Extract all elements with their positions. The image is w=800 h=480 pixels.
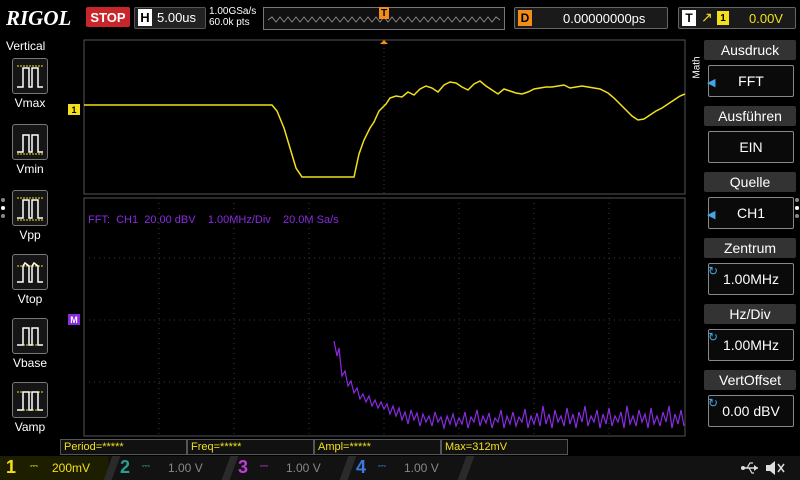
measurement-freq[interactable]: Freq=*****: [187, 439, 314, 455]
left-arrow-icon: ◀: [707, 209, 716, 221]
trigger-box[interactable]: T ↗ 1 0.00V: [678, 7, 796, 29]
expression-value-button[interactable]: FFT: [708, 65, 794, 97]
top-status-bar: RIGOL STOP H 5.00us 1.00GSa/s 60.0k pts …: [0, 0, 800, 36]
ch1-scale: 200mV: [52, 461, 91, 475]
vamp-button[interactable]: [12, 382, 48, 418]
vtop-label: Vtop: [17, 292, 43, 306]
ch2-status[interactable]: 2 ⎓ 1.00 V: [116, 456, 226, 480]
vbase-button[interactable]: [12, 318, 48, 354]
vbase-label: Vbase: [12, 356, 48, 370]
source-title: Quelle: [704, 172, 796, 192]
vmin-label: Vmin: [16, 162, 44, 176]
vpp-icon: [17, 197, 43, 221]
vpp-label: Vpp: [19, 228, 41, 242]
hz-div-value: 1.00MHz: [722, 337, 780, 353]
vertical-measure-panel: Vertical Vmax Vmin Vpp Vtop Vbase Vamp: [0, 36, 58, 456]
ch2-number: 2: [120, 457, 131, 477]
vmin-icon: [17, 134, 43, 155]
rising-edge-icon: ↗: [701, 9, 713, 25]
fft-trace: [333, 340, 685, 431]
vmax-label: Vmax: [14, 96, 46, 110]
dc-coupling-icon: ⎓: [142, 461, 150, 472]
sample-rate: 1.00GSa/s: [209, 6, 257, 17]
dc-coupling-icon: ⎓: [378, 461, 386, 472]
measurement-ampl[interactable]: Ampl=*****: [314, 439, 441, 455]
speaker-muted-icon[interactable]: [764, 459, 786, 477]
vmax-icon: [17, 65, 43, 88]
left-arrow-icon: ◀: [707, 77, 716, 89]
execute-value: EIN: [739, 139, 763, 155]
timebase-value: 5.00us: [157, 10, 197, 25]
delay-value: 0.00000000ps: [563, 11, 646, 26]
rigol-logo: RIGOL: [6, 6, 72, 30]
timebase-box[interactable]: H 5.00us: [134, 7, 206, 29]
trigger-position-marker: T: [379, 7, 389, 19]
panel-title: Vertical: [6, 39, 46, 53]
vert-offset-value-button[interactable]: 0.00 dBV: [708, 395, 794, 427]
vmin-button[interactable]: [12, 124, 48, 160]
knob-icon: ↻: [708, 330, 719, 344]
measurement-period[interactable]: Period=*****: [60, 439, 187, 455]
expression-value: FFT: [738, 73, 764, 89]
ch3-number: 3: [238, 457, 249, 477]
fft-grid: [84, 198, 685, 436]
delay-box[interactable]: D 0.00000000ps: [514, 7, 668, 29]
vamp-label: Vamp: [14, 420, 46, 434]
execute-title: Ausführen: [704, 106, 796, 126]
vert-offset-title: VertOffset: [704, 370, 796, 390]
center-value-button[interactable]: 1.00MHz: [708, 263, 794, 295]
dc-coupling-icon: ⎓: [30, 461, 38, 472]
execute-value-button[interactable]: EIN: [708, 131, 794, 163]
vbase-icon: [17, 327, 43, 346]
vamp-icon: [17, 391, 43, 411]
ch1-status[interactable]: 1 ⎓ 200mV: [0, 456, 108, 480]
usb-icon: [741, 462, 758, 474]
run-stop-indicator[interactable]: STOP: [86, 7, 130, 27]
trigger-position-arrow-icon: [380, 40, 388, 44]
memory-points: 60.0k pts: [209, 17, 250, 28]
vtop-icon: [17, 261, 43, 283]
ch4-status[interactable]: 4 ⎓ 1.00 V: [352, 456, 462, 480]
measurement-max[interactable]: Max=312mV: [441, 439, 568, 455]
acquisition-info: 1.00GSa/s 60.0k pts: [209, 6, 256, 28]
fft-info-text: FFT: CH1 20.00 dBV 1.00MHz/Div 20.0M Sa/…: [88, 214, 339, 226]
channel-status-bar: 1 ⎓ 200mV 2 ⎓ 1.00 V 3 ⎓ 1.00 V 4 ⎓ 1.00…: [0, 456, 800, 480]
ch4-scale: 1.00 V: [404, 461, 439, 475]
ch1-number: 1: [6, 457, 17, 477]
hz-div-value-button[interactable]: 1.00MHz: [708, 329, 794, 361]
timebase-letter: H: [138, 9, 152, 26]
source-value: CH1: [736, 205, 765, 221]
center-title: Zentrum: [704, 238, 796, 258]
ch1-offset-marker[interactable]: 1: [68, 104, 80, 115]
delay-letter: D: [518, 10, 532, 26]
dc-coupling-icon: ⎓: [260, 461, 268, 472]
menu-side-label: Math: [691, 56, 703, 79]
vtop-button[interactable]: [12, 254, 48, 290]
left-page-dots-icon: [1, 198, 5, 218]
trigger-source: 1: [717, 11, 729, 25]
ch3-status[interactable]: 3 ⎓ 1.00 V: [234, 456, 344, 480]
vert-offset-value: 0.00 dBV: [722, 403, 780, 419]
center-value: 1.00MHz: [722, 271, 780, 287]
knob-icon: ↻: [708, 264, 719, 278]
ch4-number: 4: [356, 457, 367, 477]
source-value-button[interactable]: CH1: [708, 197, 794, 229]
ch2-scale: 1.00 V: [168, 461, 203, 475]
trigger-letter: T: [682, 10, 696, 26]
vmax-button[interactable]: [12, 58, 48, 94]
trigger-level: 0.00V: [749, 11, 783, 26]
expression-title: Ausdruck: [704, 40, 796, 60]
math-offset-marker[interactable]: M: [68, 314, 80, 325]
hz-div-title: Hz/Div: [704, 304, 796, 324]
knob-icon: ↻: [708, 396, 719, 410]
vpp-button[interactable]: [12, 190, 48, 226]
waveform-display[interactable]: [62, 36, 688, 438]
ch3-scale: 1.00 V: [286, 461, 321, 475]
math-menu: Ausdruck FFT ◀ Ausführen EIN Quelle CH1 …: [704, 40, 800, 440]
